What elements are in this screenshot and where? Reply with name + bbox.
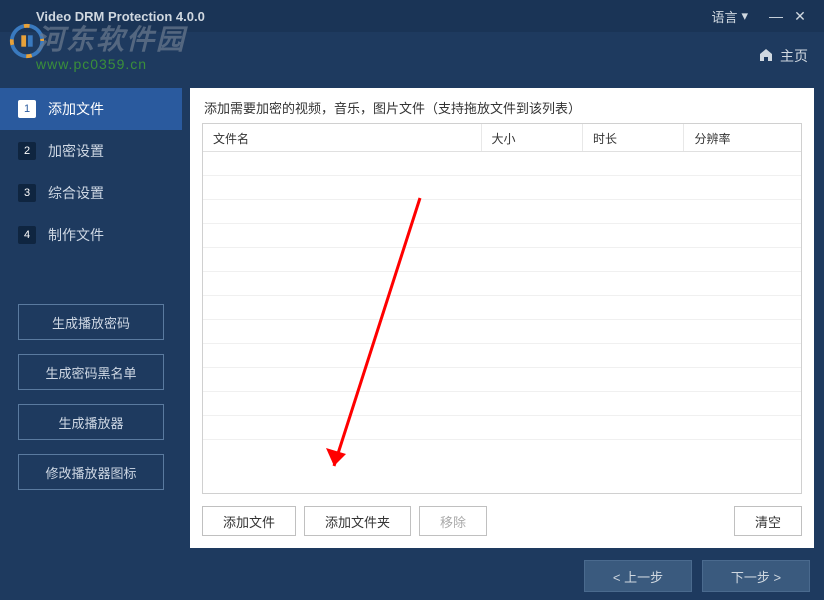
table-header: 文件名 大小 时长 分辨率	[203, 124, 801, 152]
footer: < 上一步 下一步 >	[0, 552, 824, 600]
sidebar: 1 添加文件 2 加密设置 3 综合设置 4 制作文件 生成播放密码 生成密码黑…	[0, 80, 182, 552]
table-row	[203, 296, 801, 320]
table-row	[203, 320, 801, 344]
table-row	[203, 200, 801, 224]
add-file-button[interactable]: 添加文件	[202, 506, 296, 536]
table-row	[203, 344, 801, 368]
close-button[interactable]: ✕	[788, 8, 812, 25]
table-row	[203, 224, 801, 248]
step-general-settings[interactable]: 3 综合设置	[0, 172, 182, 214]
minimize-button[interactable]: —	[764, 8, 788, 24]
step-build-files[interactable]: 4 制作文件	[0, 214, 182, 256]
gen-player-button[interactable]: 生成播放器	[18, 404, 164, 440]
col-filename[interactable]: 文件名	[203, 124, 482, 151]
table-row	[203, 392, 801, 416]
table-row	[203, 416, 801, 440]
hint-text: 添加需要加密的视频，音乐，图片文件（支持拖放文件到该列表）	[190, 88, 814, 123]
home-icon[interactable]	[758, 47, 774, 66]
step-add-files[interactable]: 1 添加文件	[0, 88, 182, 130]
next-button[interactable]: 下一步 >	[702, 560, 810, 592]
prev-button[interactable]: < 上一步	[584, 560, 692, 592]
table-row	[203, 176, 801, 200]
change-player-icon-button[interactable]: 修改播放器图标	[18, 454, 164, 490]
titlebar: Video DRM Protection 4.0.0 语言 ▾ — ✕	[0, 0, 824, 32]
file-table[interactable]: 文件名 大小 时长 分辨率	[202, 123, 802, 494]
action-bar: 添加文件 添加文件夹 移除 清空	[190, 494, 814, 548]
gen-play-code-button[interactable]: 生成播放密码	[18, 304, 164, 340]
col-resolution[interactable]: 分辨率	[684, 124, 801, 151]
step-encrypt-settings[interactable]: 2 加密设置	[0, 130, 182, 172]
language-dropdown[interactable]: 语言 ▾	[711, 7, 748, 26]
home-bar: 主页	[0, 32, 824, 80]
clear-button[interactable]: 清空	[734, 506, 802, 536]
table-row	[203, 272, 801, 296]
col-duration[interactable]: 时长	[583, 124, 684, 151]
app-title: Video DRM Protection 4.0.0	[12, 9, 711, 24]
add-folder-button[interactable]: 添加文件夹	[304, 506, 411, 536]
table-row	[203, 368, 801, 392]
content-panel: 添加需要加密的视频，音乐，图片文件（支持拖放文件到该列表） 文件名 大小 时长 …	[190, 88, 814, 548]
home-label[interactable]: 主页	[780, 46, 808, 66]
table-row	[203, 152, 801, 176]
table-row	[203, 248, 801, 272]
chevron-down-icon: ▾	[741, 8, 748, 24]
table-body	[203, 152, 801, 493]
col-size[interactable]: 大小	[482, 124, 583, 151]
remove-button[interactable]: 移除	[419, 506, 487, 536]
gen-code-blacklist-button[interactable]: 生成密码黑名单	[18, 354, 164, 390]
